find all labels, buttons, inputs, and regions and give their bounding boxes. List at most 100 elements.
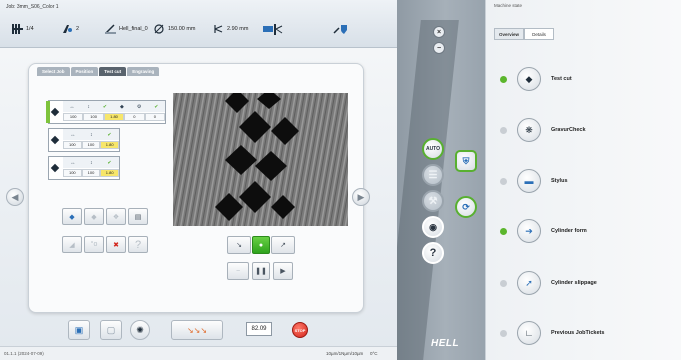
file-item[interactable]: Hell_final_0 xyxy=(105,24,148,34)
help-button[interactable]: ? xyxy=(422,242,444,264)
table-row: 100 100 1.80 0 0 xyxy=(63,113,166,121)
cell-measure-icon: ◆ xyxy=(69,213,75,221)
cylinder-count-label: 1/4 xyxy=(26,26,34,32)
tab-position[interactable]: Position xyxy=(70,67,99,76)
zoom-image-icon: ▢ xyxy=(106,324,116,335)
tab-engraving[interactable]: Engraving xyxy=(127,67,160,76)
list-button[interactable]: ☰ xyxy=(422,164,444,186)
depth-item[interactable]: 2.90 mm xyxy=(213,24,248,34)
state-item-test-cut[interactable]: ◆ Test cut xyxy=(500,66,572,92)
status-bar: 01.1.1 (2024-07-09) 10µm/1Nµm/10µm 0°C xyxy=(0,346,397,360)
image-button[interactable]: ▣ xyxy=(68,320,90,340)
width-icon: ↔ xyxy=(70,159,76,166)
hell-logo: HELL xyxy=(431,338,460,349)
help-tool-button[interactable]: ? xyxy=(128,236,148,253)
cell-measure-button[interactable]: ◆ xyxy=(62,208,82,225)
state-label: Test cut xyxy=(551,76,572,82)
status-dot xyxy=(500,329,507,337)
stylus-icon: ◆ xyxy=(120,103,124,110)
next-button[interactable]: ▶ xyxy=(352,188,370,206)
cell-compare-button[interactable]: ❖ xyxy=(106,208,126,225)
stylus-sequence-button[interactable]: ↘↘↘ xyxy=(171,320,223,340)
calibrate-button[interactable]: °o xyxy=(84,236,104,253)
engraving-head-item[interactable] xyxy=(263,24,283,35)
stylus-angle-button[interactable]: ◢ xyxy=(62,236,82,253)
close-button[interactable]: × xyxy=(433,26,445,38)
table-cell[interactable]: 1.80 xyxy=(103,113,125,121)
state-item-gravurcheck[interactable]: ❋ GravurCheck xyxy=(500,117,586,143)
table-cell[interactable]: 100 xyxy=(63,141,82,149)
stylus-table-1[interactable]: ↔ ↕ ✔ ◆ ⚙ ✔ 100 100 1.80 0 0 xyxy=(46,100,166,124)
auto-button[interactable]: AUTO xyxy=(422,138,444,160)
table-cell[interactable]: 100 xyxy=(63,113,84,121)
check-icon: ✔ xyxy=(107,159,112,166)
table-cell[interactable]: 1.80 xyxy=(100,169,120,177)
tab-select-job[interactable]: Select Job xyxy=(37,67,70,76)
check-icon: ✔ xyxy=(107,131,112,138)
state-item-cylinder-slippage[interactable]: ➚ Cylinder slippage xyxy=(500,270,597,296)
cylinder-grid-item[interactable]: 1/4 xyxy=(12,24,34,34)
stylus-angle-icon: ◢ xyxy=(69,241,75,249)
shield-wrench-icon xyxy=(333,25,347,34)
stylus-error-button[interactable]: ✖ xyxy=(106,236,126,253)
previous-button[interactable]: ◀ xyxy=(6,188,24,206)
shield-check-icon: ⛨ xyxy=(462,155,470,166)
stylus-count-item[interactable]: 2 xyxy=(62,24,79,34)
close-icon: × xyxy=(436,28,442,36)
cell-diamond-icon xyxy=(50,107,60,117)
capture-button[interactable]: ● xyxy=(252,236,270,254)
stop-button[interactable]: STOP xyxy=(292,322,308,338)
file-icon xyxy=(105,24,116,34)
diameter-item[interactable]: 150.00 mm xyxy=(154,24,196,34)
table-cell[interactable]: 0 xyxy=(124,113,145,121)
state-label: GravurCheck xyxy=(551,127,586,133)
table-cell[interactable]: 0 xyxy=(144,113,166,121)
engraving-image xyxy=(173,93,348,226)
value-display[interactable]: 82.09 xyxy=(246,322,272,336)
table-cell[interactable]: 100 xyxy=(83,113,104,121)
zoom-image-button[interactable]: ▢ xyxy=(100,320,122,340)
panel-tabs: Select Job Position Test cut Engraving xyxy=(37,67,160,76)
shield-button[interactable]: ⛨ xyxy=(455,150,477,172)
rotate-button[interactable]: ⟳ xyxy=(455,196,477,218)
pause-button[interactable]: ❚❚ xyxy=(252,262,270,280)
state-item-previous-jobtickets[interactable]: ∟ Previous JobTickets xyxy=(500,320,604,346)
play-button[interactable]: ▶ xyxy=(273,262,293,280)
stylus-table-2[interactable]: ↔ ↕ ✔ 100 100 1.80 xyxy=(48,128,120,152)
stylus-error-icon: ✖ xyxy=(113,241,119,249)
state-label: Cylinder slippage xyxy=(551,280,597,286)
table-cell[interactable]: 100 xyxy=(63,169,82,177)
width-icon: ↔ xyxy=(70,131,76,138)
depth-icon: ↕ xyxy=(90,159,93,166)
list-icon: ☰ xyxy=(428,169,438,181)
zoom-in-button[interactable]: ↗ xyxy=(271,236,295,254)
zoom-out-button[interactable]: ↘ xyxy=(227,236,251,254)
state-item-stylus[interactable]: ▬ Stylus xyxy=(500,168,568,194)
tools-button[interactable]: ⚒ xyxy=(422,190,444,212)
temperature-label: 0°C xyxy=(370,351,378,356)
image-icon: ▣ xyxy=(74,324,84,335)
cell-align-button[interactable]: ◆ xyxy=(84,208,104,225)
tab-overview[interactable]: Overview xyxy=(494,28,524,40)
profile-button[interactable]: ▤ xyxy=(128,208,148,225)
minus-icon: − xyxy=(436,44,442,52)
stylus-table-3[interactable]: ↔ ↕ ✔ 100 100 1.80 xyxy=(48,156,120,180)
settings-icon: ⚙ xyxy=(136,103,142,110)
table-cell[interactable]: 1.80 xyxy=(100,141,120,149)
sensor-button[interactable]: ◉ xyxy=(422,216,444,238)
aperture-button[interactable]: ✺ xyxy=(130,320,150,340)
service-item[interactable] xyxy=(333,24,349,35)
tab-test-cut[interactable]: Test cut xyxy=(99,67,127,76)
table-cell[interactable]: 100 xyxy=(81,141,101,149)
minimize-button[interactable]: − xyxy=(433,42,445,54)
chart-button[interactable]: − xyxy=(227,262,249,280)
cell-diamond-icon xyxy=(50,163,60,173)
state-item-cylinder-form[interactable]: ➔ Cylinder form xyxy=(500,218,587,244)
tab-details[interactable]: Details xyxy=(524,28,554,40)
cell-compare-icon: ❖ xyxy=(112,213,120,221)
toolbar: Job: 3mm_S06_Color 1 1/4 2 Hell_final_0 … xyxy=(0,0,397,48)
aperture-icon: ✺ xyxy=(136,324,144,335)
state-label: Stylus xyxy=(551,178,568,184)
speed-label: 10µm/1Nµm/10µm xyxy=(326,351,364,356)
table-cell[interactable]: 100 xyxy=(81,169,101,177)
